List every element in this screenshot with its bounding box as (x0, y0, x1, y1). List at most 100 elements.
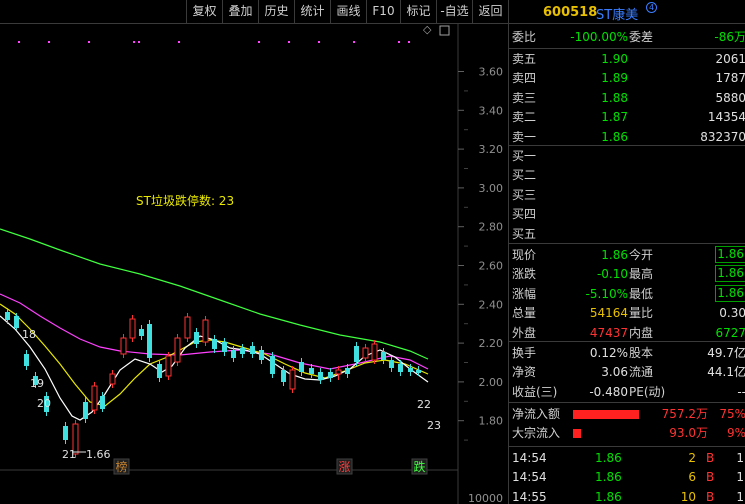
sell-row: 卖五 1.90 2061 (509, 50, 745, 69)
buy-row: 买五 (509, 225, 745, 244)
candle-body (24, 354, 29, 366)
price-axis-label: 2.80 (479, 221, 504, 234)
buy-level-label: 买三 (512, 187, 537, 202)
statistics-button[interactable]: 统计 (294, 0, 330, 23)
tick-time: 14:55 (512, 489, 547, 504)
event-badge-text: 跌 (413, 459, 425, 474)
candle-body (174, 337, 181, 363)
marker-dot (258, 41, 260, 43)
back-button[interactable]: 返回 (472, 0, 508, 23)
fundamental-value: 3.06 (601, 365, 628, 380)
marker-dot (398, 41, 400, 43)
buy-level-label: 买二 (512, 168, 537, 183)
ma5-line-path (0, 315, 429, 421)
candle-body (91, 385, 98, 411)
event-badge-text: 榜 (115, 459, 127, 474)
chart-toolbar: 复权 叠加 历史 统计 画线 F10 标记 -自选 返回 (0, 0, 508, 24)
marker-dot (88, 41, 90, 43)
fundamental-row: 换手 0.12% 股本 49.7亿 (509, 344, 745, 363)
flow-bar (573, 429, 581, 439)
sell-price: 1.89 (601, 71, 628, 86)
price-axis-label: 2.40 (479, 298, 504, 311)
fundamental-value: -0.480 (589, 384, 628, 399)
stat-value: -5.10% (585, 286, 628, 301)
stock-name[interactable]: ST康美 (596, 4, 638, 23)
stat-value: 1.86 (715, 284, 745, 302)
stat-label: 今开 (629, 248, 654, 262)
candle-body (270, 356, 275, 374)
tick-direction: B (706, 470, 715, 485)
sell-price: 1.88 (601, 90, 628, 105)
fundamental-row: 净资 3.06 流通 44.1亿 (509, 363, 745, 382)
kline-chart[interactable]: 3.60 3.40 3.20 3.00 2.80 2.60 2.40 2.20 2.00 1.80… (0, 24, 508, 504)
candle-body (184, 316, 191, 339)
candle-body (109, 373, 116, 385)
sell-row: 卖二 1.87 14354 (509, 108, 745, 127)
candle-body (299, 362, 304, 372)
top-dot-markers (18, 41, 410, 43)
stat-value: 1.86 (715, 246, 745, 263)
stat-value: 54164 (589, 306, 628, 321)
flow-row: 净流入额 757.2万 75% (509, 405, 745, 424)
marker-dot (48, 41, 50, 43)
quote-header: 600518 ST康美 4 (509, 0, 745, 24)
candle-body (381, 352, 386, 360)
flow-value: 757.2万 (661, 407, 708, 421)
candle-body (371, 343, 378, 361)
annotation-text: ST垃圾跌停数: 23 (136, 193, 234, 208)
stat-label: 最高 (629, 267, 654, 282)
buy-level-label: 买五 (512, 226, 537, 241)
quote-panel: 600518 ST康美 4 委比 -100.00% 委差 -86万 卖五 1.90… (508, 0, 745, 504)
f10-button[interactable]: F10 (366, 0, 400, 23)
candle-body (139, 329, 144, 336)
stat-value: 6727 (715, 325, 745, 340)
tick-volume: 2 (688, 451, 696, 465)
overlay-button[interactable]: 叠加 (222, 0, 258, 23)
divider (509, 402, 745, 403)
candle-body (289, 369, 296, 390)
counter-label: 21 (62, 448, 76, 461)
tick-time: 14:54 (512, 470, 547, 485)
candle-body (212, 339, 217, 349)
stat-row: 涨幅 -5.10% 最低 1.86 (509, 284, 745, 304)
fuquan-button[interactable]: 复权 (186, 0, 222, 23)
flow-percent: 9% (726, 426, 745, 441)
volume-axis-label: 10000 (468, 492, 503, 504)
candle-body (83, 402, 88, 419)
candle-body (309, 368, 314, 374)
add-watchlist-button[interactable]: -自选 (436, 0, 472, 23)
candle-body (165, 355, 172, 377)
tick-volume: 10 (680, 489, 696, 504)
price-grid (458, 71, 468, 441)
tick-price: 1.86 (595, 489, 622, 504)
candle-body (202, 319, 209, 343)
stat-label: 涨幅 (512, 286, 537, 301)
tick-row: 14:54 1.86 6 B 1 (509, 468, 745, 487)
tick-price: 1.86 (595, 451, 622, 465)
flow-value: 93.0万 (669, 426, 708, 441)
sell-volume: 5880 (715, 90, 745, 105)
weicha-label: 委差 (629, 30, 654, 44)
draw-line-button[interactable]: 画线 (330, 0, 366, 23)
fundamental-label: 收益(三) (512, 384, 558, 399)
price-axis-label: 3.20 (479, 143, 504, 156)
expand-icon[interactable] (439, 25, 450, 36)
fundamental-label: 换手 (512, 346, 537, 360)
price-axis-label: 2.20 (479, 337, 504, 350)
fundamental-value: 49.7亿 (707, 346, 745, 360)
stat-value: 0.30 (719, 306, 745, 321)
stat-value: 1.86 (601, 248, 628, 262)
candle-body (408, 368, 413, 372)
tick-price: 1.86 (595, 470, 622, 485)
candle-body (416, 370, 421, 373)
buy-row: 买二 (509, 166, 745, 185)
stat-label: 最低 (629, 286, 654, 301)
mark-button[interactable]: 标记 (400, 0, 436, 23)
sell-price: 1.86 (601, 129, 628, 144)
diamond-icon[interactable]: ◇ (423, 24, 432, 36)
history-button[interactable]: 历史 (258, 0, 294, 23)
candle-body (5, 312, 10, 320)
kline-chart-area[interactable]: 3.60 3.40 3.20 3.00 2.80 2.60 2.40 2.20 2.00 1.80… (0, 24, 508, 504)
weibi-value: -100.00% (570, 30, 628, 44)
sell-volume: 2061 (715, 52, 745, 66)
